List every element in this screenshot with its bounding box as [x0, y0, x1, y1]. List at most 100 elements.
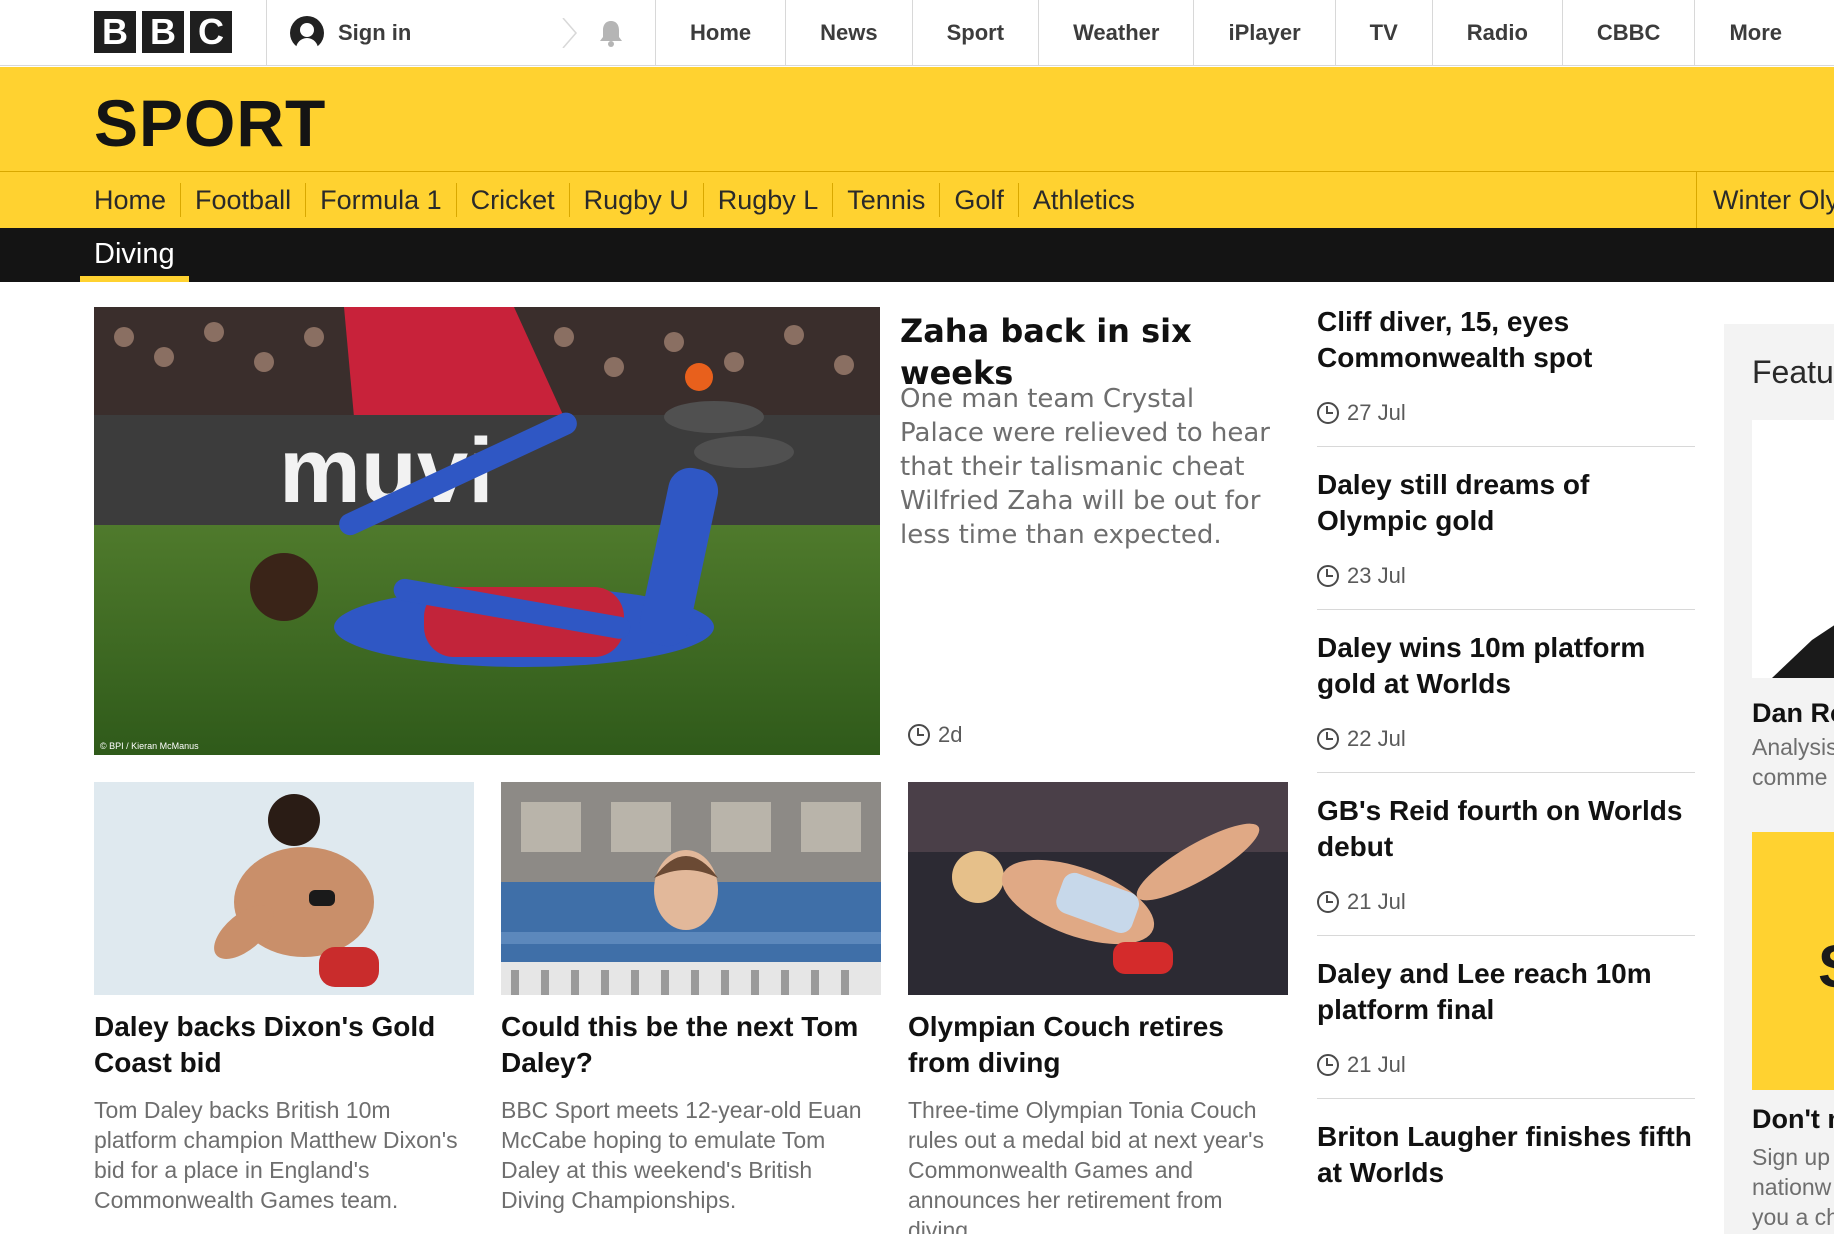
bbc-logo[interactable]: B B C — [94, 11, 232, 53]
global-nav: Home News Sport Weather iPlayer TV Radio… — [655, 0, 1816, 66]
sport-nav-rugby-league[interactable]: Rugby L — [702, 183, 833, 217]
list-item-title[interactable]: Briton Laugher finishes fifth at Worlds — [1317, 1119, 1695, 1191]
timestamp-text: 27 Jul — [1347, 400, 1406, 425]
list-item-title[interactable]: Daley wins 10m platform gold at Worlds — [1317, 630, 1695, 702]
timestamp-text: 22 Jul — [1347, 726, 1406, 751]
featured-item-title[interactable]: Don't m — [1752, 1104, 1834, 1135]
sport-nav-home[interactable]: Home — [94, 183, 180, 217]
lead-story-image[interactable]: muvi © BPI / Kieran McManus — [94, 307, 880, 755]
featured-item-image[interactable]: S — [1752, 832, 1834, 1090]
story-card-image[interactable] — [501, 782, 881, 995]
summary-line: comme — [1752, 764, 1828, 790]
list-item[interactable]: Daley still dreams of Olympic gold 23 Ju… — [1317, 467, 1695, 610]
clock-icon — [1317, 565, 1339, 587]
secondary-nav: Diving — [0, 228, 1834, 282]
sport-nav-football[interactable]: Football — [180, 183, 305, 217]
timestamp-text: 21 Jul — [1347, 1052, 1406, 1077]
logo-letter: B — [142, 11, 184, 53]
featured-item-summary: Sign up nationw you a ch — [1752, 1142, 1834, 1232]
clock-icon — [1317, 402, 1339, 424]
timestamp-text: 21 Jul — [1347, 889, 1406, 914]
story-card[interactable]: Daley backs Dixon's Gold Coast bid Tom D… — [94, 782, 474, 1215]
swimmer-pool-photo — [501, 782, 881, 995]
story-card-image[interactable] — [908, 782, 1288, 995]
sport-nav-tennis[interactable]: Tennis — [832, 183, 939, 217]
list-item-title[interactable]: Daley still dreams of Olympic gold — [1317, 467, 1695, 539]
clock-icon — [908, 724, 930, 746]
timestamp-text: 2d — [938, 722, 963, 747]
sport-nav-rugby-union[interactable]: Rugby U — [568, 183, 703, 217]
diver-tuck-photo — [94, 782, 474, 995]
lead-story-summary: One man team Crystal Palace were relieve… — [900, 384, 1270, 550]
list-item[interactable]: Daley and Lee reach 10m platform final 2… — [1317, 956, 1695, 1099]
global-nav-iplayer[interactable]: iPlayer — [1193, 0, 1334, 66]
sport-nav-cricket[interactable]: Cricket — [455, 183, 569, 217]
sport-nav-formula-1[interactable]: Formula 1 — [305, 183, 456, 217]
clock-icon — [1317, 1054, 1339, 1076]
featured-heading: Featu — [1752, 354, 1834, 390]
user-icon — [290, 16, 324, 50]
list-item-timestamp: 21 Jul — [1317, 889, 1695, 915]
sport-nav: Home Football Formula 1 Cricket Rugby U … — [0, 171, 1834, 228]
logo-letter: C — [190, 11, 232, 53]
story-card-summary: Three-time Olympian Tonia Couch rules ou… — [908, 1097, 1264, 1234]
featured-item-summary: Analysis comme — [1752, 732, 1834, 792]
lead-photo: muvi © BPI / Kieran McManus — [94, 307, 880, 755]
list-item-title[interactable]: GB's Reid fourth on Worlds debut — [1317, 793, 1695, 865]
logo-letter: B — [94, 11, 136, 53]
related-stories-list: Cliff diver, 15, eyes Commonwealth spot … — [1317, 304, 1695, 1231]
global-nav-cbbc[interactable]: CBBC — [1561, 0, 1695, 66]
clock-icon — [1317, 728, 1339, 750]
global-nav-news[interactable]: News — [785, 0, 911, 66]
global-nav-weather[interactable]: Weather — [1038, 0, 1193, 66]
featured-graphic-letter: S — [1818, 932, 1834, 1001]
global-nav-radio[interactable]: Radio — [1431, 0, 1562, 66]
page-title[interactable]: SPORT — [94, 85, 326, 161]
lead-story-timestamp: 2d — [908, 722, 962, 748]
list-item[interactable]: Daley wins 10m platform gold at Worlds 2… — [1317, 630, 1695, 773]
global-nav-home[interactable]: Home — [655, 0, 785, 66]
story-card-title[interactable]: Daley backs Dixon's Gold Coast bid — [94, 1009, 474, 1081]
sport-nav-athletics[interactable]: Athletics — [1017, 183, 1149, 217]
summary-line: Sign up — [1752, 1144, 1831, 1170]
summary-line: nationw — [1752, 1174, 1832, 1200]
clock-icon — [1317, 891, 1339, 913]
global-nav-more[interactable]: More — [1694, 0, 1816, 66]
story-card-image[interactable] — [94, 782, 474, 995]
list-item[interactable]: Briton Laugher finishes fifth at Worlds — [1317, 1119, 1695, 1211]
story-card-summary: BBC Sport meets 12-year-old Euan McCabe … — [501, 1097, 862, 1213]
sign-in-link[interactable]: Sign in — [290, 0, 411, 66]
sport-header: SPORT — [0, 67, 1834, 171]
featured-item-image[interactable] — [1752, 420, 1834, 678]
story-card-title[interactable]: Olympian Couch retires from diving — [908, 1009, 1288, 1081]
summary-line: you a ch — [1752, 1204, 1834, 1230]
story-card-summary: Tom Daley backs British 10m platform cha… — [94, 1097, 458, 1213]
featured-panel: Featu Dan Ro Analysis comme S Don't m Si… — [1724, 324, 1834, 1234]
list-item-timestamp: 23 Jul — [1317, 563, 1695, 589]
sport-nav-winter-olympics[interactable]: Winter Oly — [1696, 172, 1834, 228]
tab-diving[interactable]: Diving — [80, 228, 189, 282]
sport-nav-golf[interactable]: Golf — [939, 183, 1018, 217]
list-item-title[interactable]: Cliff diver, 15, eyes Commonwealth spot — [1317, 304, 1695, 376]
diver-pike-photo — [908, 782, 1288, 995]
list-item-timestamp: 22 Jul — [1317, 726, 1695, 752]
story-card[interactable]: Could this be the next Tom Daley? BBC Sp… — [501, 782, 881, 1215]
featured-photo — [1752, 420, 1834, 678]
global-nav-tv[interactable]: TV — [1334, 0, 1432, 66]
featured-item-title[interactable]: Dan Ro — [1752, 698, 1834, 729]
list-item[interactable]: GB's Reid fourth on Worlds debut 21 Jul — [1317, 793, 1695, 936]
bell-icon[interactable] — [596, 18, 626, 48]
sign-in-label: Sign in — [338, 20, 412, 45]
story-card[interactable]: Olympian Couch retires from diving Three… — [908, 782, 1288, 1234]
list-item-timestamp: 27 Jul — [1317, 400, 1695, 426]
divider — [266, 0, 267, 66]
global-nav-sport[interactable]: Sport — [911, 0, 1038, 66]
photo-credit: © BPI / Kieran McManus — [100, 741, 199, 751]
story-card-title[interactable]: Could this be the next Tom Daley? — [501, 1009, 881, 1081]
list-item-title[interactable]: Daley and Lee reach 10m platform final — [1317, 956, 1695, 1028]
list-item[interactable]: Cliff diver, 15, eyes Commonwealth spot … — [1317, 304, 1695, 447]
list-item-timestamp: 21 Jul — [1317, 1052, 1695, 1078]
summary-line: Analysis — [1752, 734, 1834, 760]
chevron-right-icon — [562, 18, 577, 48]
bbc-top-bar: B B C Sign in Home News Sport Weather iP… — [0, 0, 1834, 66]
